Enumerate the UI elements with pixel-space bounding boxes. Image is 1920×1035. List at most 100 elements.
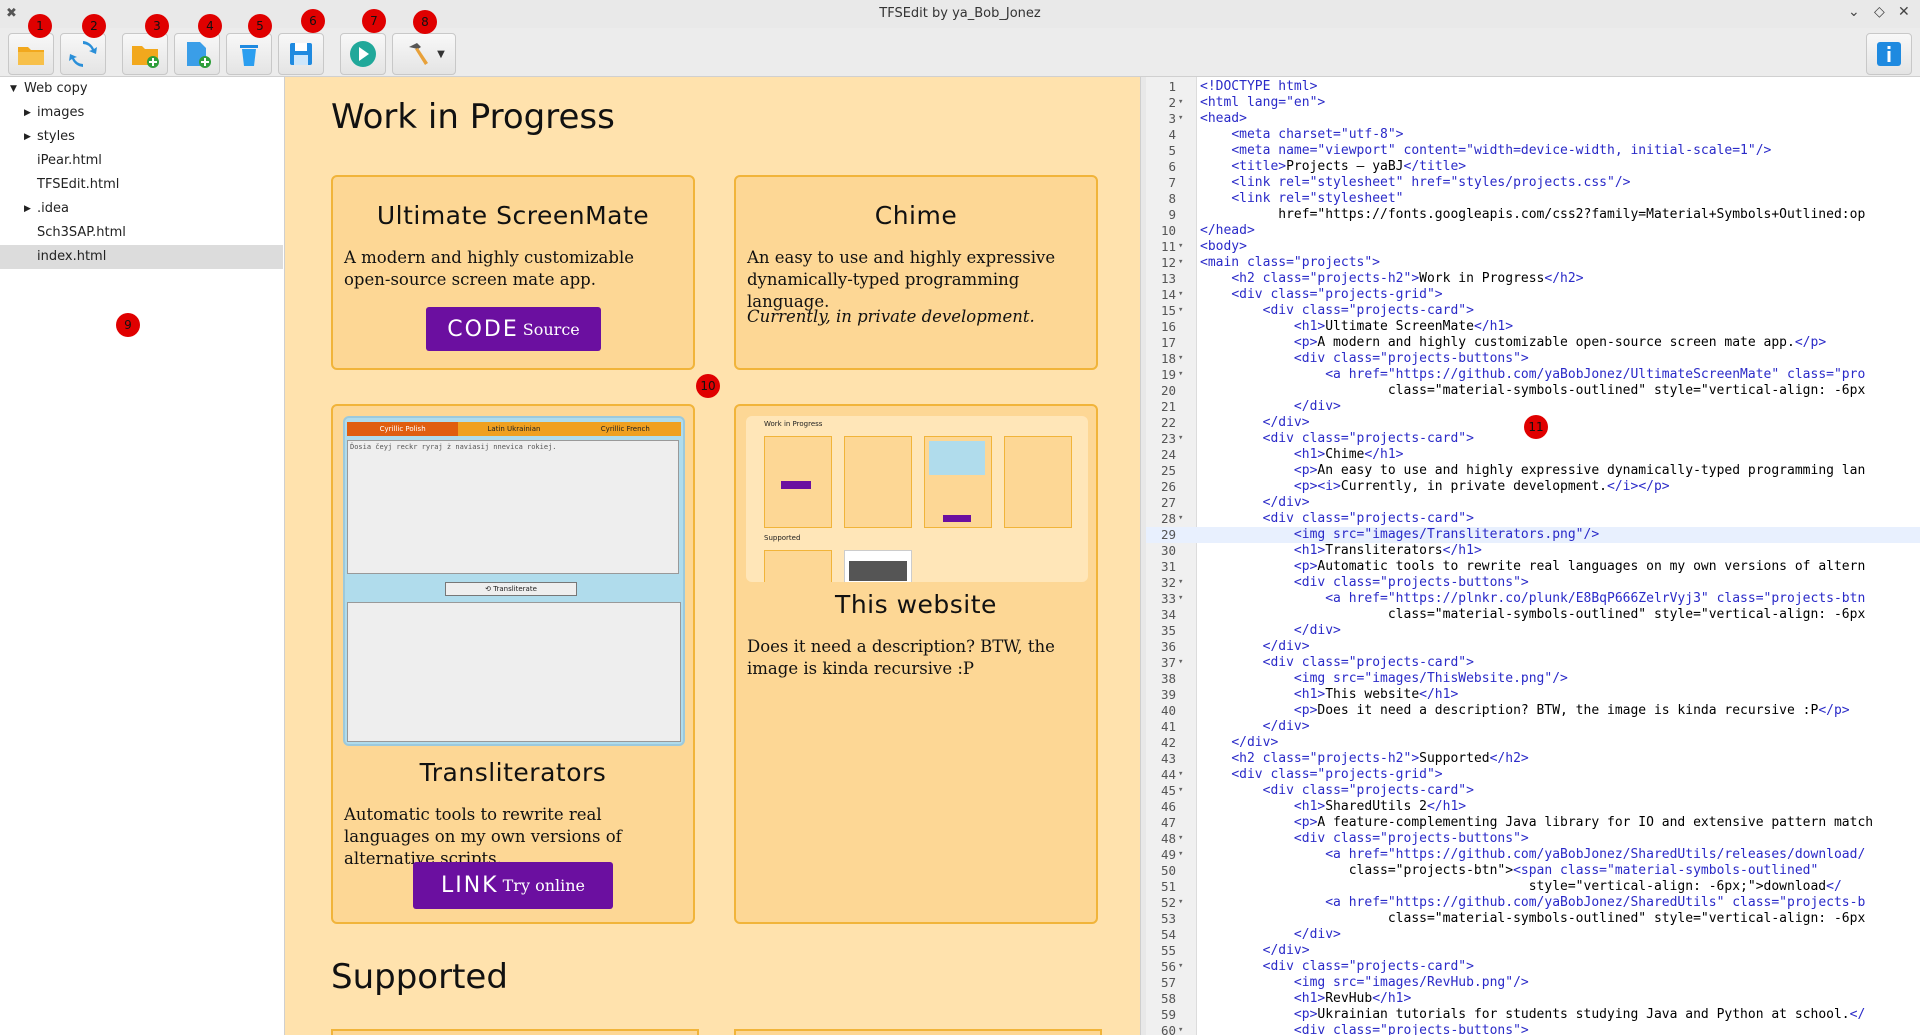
run-button[interactable] [340,33,386,75]
code-line[interactable]: <div class="projects-grid"> [1200,767,1442,782]
code-line[interactable]: href="https://fonts.googleapis.com/css2?… [1200,207,1865,222]
fold-toggle-icon[interactable]: ▾ [1178,305,1183,315]
code-line[interactable]: <meta name="viewport" content="width=dev… [1200,143,1771,158]
code-line[interactable]: <link rel="stylesheet" [1200,191,1403,206]
chevron-right-icon[interactable]: ▶ [24,197,31,221]
code-line[interactable]: <h2 class="projects-h2">Work in Progress… [1200,271,1583,286]
code-line[interactable]: <div class="projects-buttons"> [1200,1023,1529,1035]
code-line[interactable]: </div> [1200,495,1310,510]
code-line[interactable]: </div> [1200,623,1341,638]
code-line[interactable]: <p>Automatic tools to rewrite real langu… [1200,559,1865,574]
code-line[interactable]: <div class="projects-buttons"> [1200,351,1529,366]
code-line[interactable]: <title>Projects — yaBJ</title> [1200,159,1466,174]
chevron-right-icon[interactable]: ▶ [24,101,31,125]
code-line[interactable]: </head> [1200,223,1255,238]
fold-toggle-icon[interactable]: ▾ [1178,897,1183,907]
file-tree[interactable]: ▼ Web copy ▶ images ▶ styles iPear.html … [0,77,285,1035]
fold-toggle-icon[interactable]: ▾ [1178,433,1183,443]
chevron-down-icon[interactable]: ▼ [10,77,17,101]
fold-toggle-icon[interactable]: ▾ [1178,353,1183,363]
source-button[interactable]: CODE Source [426,307,601,351]
maximize-icon[interactable]: ◇ [1874,4,1885,20]
code-line[interactable]: <h2 class="projects-h2">Supported</h2> [1200,751,1528,766]
code-line[interactable]: <div class="projects-buttons"> [1200,575,1529,590]
code-line[interactable]: <div class="projects-buttons"> [1200,831,1529,846]
delete-button[interactable] [226,33,272,75]
fold-toggle-icon[interactable]: ▾ [1178,593,1183,603]
code-line[interactable]: <img src="images/ThisWebsite.png"/> [1200,671,1568,686]
code-line[interactable]: </div> [1200,927,1341,942]
code-line[interactable]: class="material-symbols-outlined" style=… [1200,607,1865,622]
tree-file-tfsedit[interactable]: TFSEdit.html [0,173,283,197]
code-line[interactable]: <main class="projects"> [1200,255,1380,270]
code-line[interactable]: </div> [1200,639,1310,654]
tree-file-index[interactable]: index.html [0,245,283,269]
tree-root-web-copy[interactable]: ▼ Web copy [0,77,283,101]
code-line[interactable]: <img src="images/Transliterators.png"/> [1200,527,1599,542]
code-line[interactable]: <div class="projects-card"> [1200,431,1474,446]
code-line[interactable]: <link rel="stylesheet" href="styles/proj… [1200,175,1630,190]
code-line[interactable]: <h1>Chime</h1> [1200,447,1404,462]
fold-toggle-icon[interactable]: ▾ [1178,657,1183,667]
code-line[interactable]: <p>Ukrainian tutorials for students stud… [1200,1007,1865,1022]
code-line[interactable]: style="vertical-align: -6px;">download</ [1200,879,1842,894]
fold-toggle-icon[interactable]: ▾ [1178,241,1183,251]
fold-toggle-icon[interactable]: ▾ [1178,369,1183,379]
fold-toggle-icon[interactable]: ▾ [1178,257,1183,267]
web-preview[interactable]: Work in Progress Ultimate ScreenMate A m… [285,77,1140,1035]
code-line[interactable]: <h1>Transliterators</h1> [1200,543,1482,558]
code-line[interactable]: </div> [1200,399,1341,414]
new-folder-button[interactable] [122,33,168,75]
fold-toggle-icon[interactable]: ▾ [1178,289,1183,299]
fold-toggle-icon[interactable]: ▾ [1178,785,1183,795]
info-button[interactable] [1866,33,1912,75]
tree-file-ipear[interactable]: iPear.html [0,149,283,173]
fold-toggle-icon[interactable]: ▾ [1178,849,1183,859]
code-line[interactable]: <head> [1200,111,1247,126]
code-line[interactable]: class="material-symbols-outlined" style=… [1200,911,1865,926]
fold-toggle-icon[interactable]: ▾ [1178,97,1183,107]
code-line[interactable]: <div class="projects-card"> [1200,303,1474,318]
code-line[interactable]: <html lang="en"> [1200,95,1325,110]
tree-file-sch3sap[interactable]: Sch3SAP.html [0,221,283,245]
tree-folder-idea[interactable]: ▶ .idea [0,197,283,221]
code-line[interactable]: <p><i>Currently, in private development.… [1200,479,1670,494]
code-line[interactable]: <p>Does it need a description? BTW, the … [1200,703,1850,718]
refresh-button[interactable] [60,33,106,75]
code-line[interactable]: <a href="https://github.com/yaBobJonez/S… [1200,895,1865,910]
code-line[interactable]: <!DOCTYPE html> [1200,79,1317,94]
code-line[interactable]: <div class="projects-card"> [1200,783,1474,798]
code-line[interactable]: </div> [1200,415,1310,430]
fold-toggle-icon[interactable]: ▾ [1178,1025,1183,1035]
minimize-icon[interactable]: ⌄ [1848,4,1860,20]
chevron-right-icon[interactable]: ▶ [24,125,31,149]
fold-toggle-icon[interactable]: ▾ [1178,769,1183,779]
code-line[interactable]: <a href="https://github.com/yaBobJonez/U… [1200,367,1865,382]
code-line[interactable]: class="material-symbols-outlined" style=… [1200,383,1865,398]
code-line[interactable]: <body> [1200,239,1247,254]
code-line[interactable]: <a href="https://github.com/yaBobJonez/S… [1200,847,1865,862]
tree-folder-images[interactable]: ▶ images [0,101,283,125]
code-line[interactable]: <p>A modern and highly customizable open… [1200,335,1826,350]
code-line[interactable]: </div> [1200,943,1310,958]
tree-folder-styles[interactable]: ▶ styles [0,125,283,149]
code-line[interactable]: <div class="projects-card"> [1200,655,1474,670]
fold-toggle-icon[interactable]: ▾ [1178,961,1183,971]
fold-toggle-icon[interactable]: ▾ [1178,113,1183,123]
code-line[interactable]: </div> [1200,719,1310,734]
try-online-button[interactable]: LINK Try online [413,862,613,909]
code-line[interactable]: <div class="projects-grid"> [1200,287,1442,302]
code-line[interactable]: <h1>RevHub</h1> [1200,991,1411,1006]
code-line[interactable]: <div class="projects-card"> [1200,959,1474,974]
code-line[interactable]: <img src="images/RevHub.png"/> [1200,975,1529,990]
code-line[interactable]: <meta charset="utf-8"> [1200,127,1403,142]
build-dropdown-button[interactable]: ▼ [392,33,456,75]
fold-toggle-icon[interactable]: ▾ [1178,577,1183,587]
code-line[interactable]: <p>An easy to use and highly expressive … [1200,463,1865,478]
close-icon[interactable]: ✕ [1898,4,1910,20]
code-line[interactable]: <h1>This website</h1> [1200,687,1458,702]
code-line[interactable]: <a href="https://plnkr.co/plunk/E8BqP666… [1200,591,1865,606]
open-folder-button[interactable] [8,33,54,75]
new-file-button[interactable] [174,33,220,75]
fold-toggle-icon[interactable]: ▾ [1178,833,1183,843]
